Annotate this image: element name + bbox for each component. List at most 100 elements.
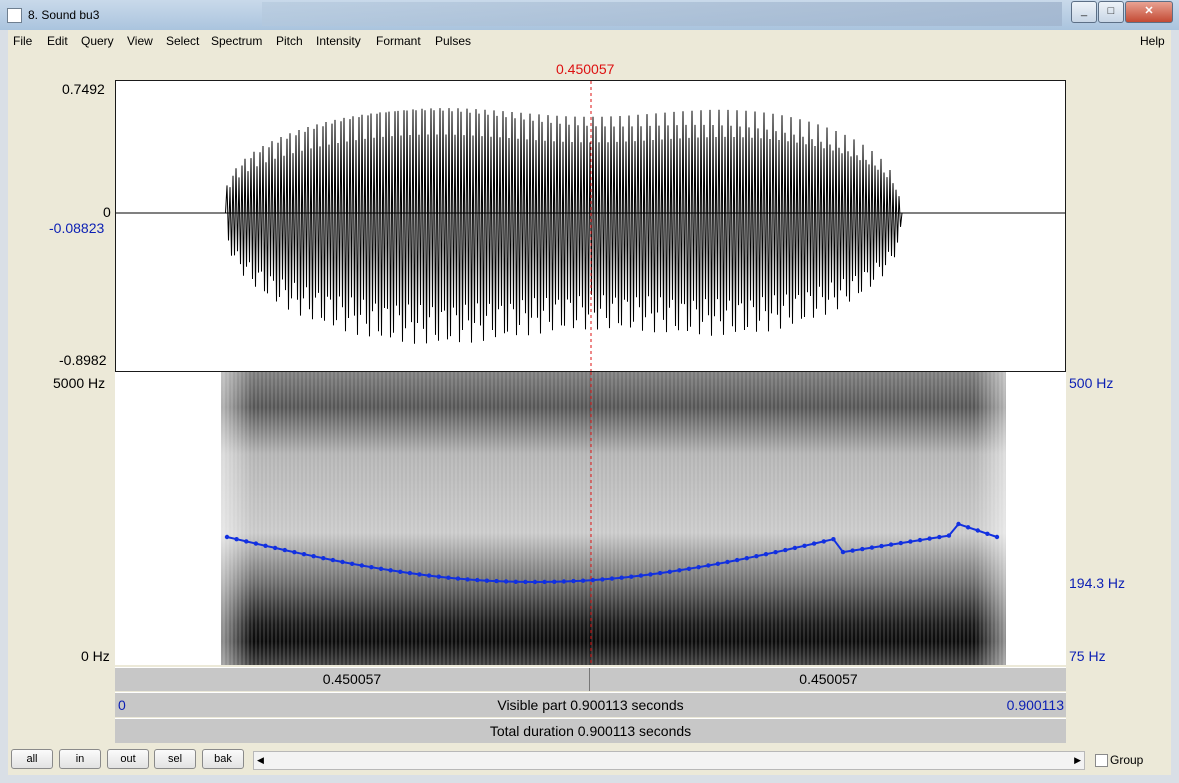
pitch-point bbox=[657, 570, 663, 576]
pitch-point bbox=[888, 542, 894, 547]
menu-query[interactable]: Query bbox=[81, 34, 114, 48]
menu-help[interactable]: Help bbox=[1140, 34, 1165, 48]
pitch-point bbox=[561, 579, 567, 584]
visible-start-label: 0 bbox=[118, 697, 126, 713]
zoom-to-selection-button[interactable]: sel bbox=[154, 749, 196, 769]
pitch-point bbox=[908, 539, 913, 544]
app-icon bbox=[7, 8, 22, 23]
pitch-point bbox=[407, 570, 413, 576]
waveform-cursor-value-label: -0.08823 bbox=[49, 220, 105, 236]
group-checkbox[interactable] bbox=[1095, 754, 1108, 767]
zoom-in-button[interactable]: in bbox=[59, 749, 101, 769]
pitch-point bbox=[340, 559, 345, 565]
pitch-point bbox=[831, 537, 836, 542]
menu-edit[interactable]: Edit bbox=[47, 34, 68, 48]
total-duration-label: Total duration 0.900113 seconds bbox=[489, 723, 692, 739]
pitch-point bbox=[436, 574, 441, 579]
pitch-point bbox=[860, 546, 865, 552]
menu-pulses[interactable]: Pulses bbox=[435, 34, 471, 48]
visible-end-label: 0.900113 bbox=[1006, 697, 1064, 713]
pitch-point bbox=[484, 578, 490, 583]
spectrogram-panel[interactable] bbox=[115, 372, 1066, 665]
pitch-point bbox=[455, 576, 461, 581]
pitch-top-label: 500 Hz bbox=[1069, 375, 1114, 391]
pitch-point bbox=[359, 563, 364, 568]
pitch-point bbox=[937, 534, 942, 540]
pitch-point bbox=[600, 577, 605, 582]
pitch-point bbox=[272, 545, 278, 551]
pitch-point bbox=[648, 572, 653, 577]
time-segment-right[interactable]: 0.450057 bbox=[591, 668, 1066, 691]
pitch-point bbox=[629, 574, 634, 579]
pitch-point bbox=[292, 550, 297, 555]
pitch-point bbox=[532, 579, 538, 585]
pitch-point bbox=[465, 577, 470, 582]
visible-part-label: Visible part 0.900113 seconds bbox=[497, 697, 684, 713]
pitch-point bbox=[677, 568, 682, 573]
menu-file[interactable]: File bbox=[13, 34, 32, 48]
waveform-max-label: 0.7492 bbox=[62, 81, 105, 97]
pitch-point bbox=[349, 561, 355, 566]
menu-spectrum[interactable]: Spectrum bbox=[211, 34, 262, 48]
pitch-point bbox=[811, 541, 817, 546]
pitch-point bbox=[398, 569, 403, 574]
menu-select[interactable]: Select bbox=[166, 34, 199, 48]
pitch-bottom-label: 75 Hz bbox=[1069, 648, 1106, 664]
pitch-point bbox=[494, 578, 499, 584]
pitch-point bbox=[965, 525, 971, 530]
pitch-point bbox=[330, 557, 336, 563]
zoom-back-button[interactable]: bak bbox=[202, 749, 244, 769]
time-segment-left[interactable]: 0.450057 bbox=[115, 668, 590, 691]
menu-pitch[interactable]: Pitch bbox=[276, 34, 303, 48]
pitch-point bbox=[763, 552, 769, 557]
pitch-point bbox=[773, 550, 778, 555]
pitch-point bbox=[619, 575, 624, 580]
pitch-point bbox=[725, 559, 730, 565]
pitch-point bbox=[927, 536, 932, 541]
pitch-point bbox=[686, 566, 692, 571]
total-duration-bar[interactable]: Total duration 0.900113 seconds bbox=[115, 718, 1066, 743]
pitch-point bbox=[917, 537, 923, 543]
waveform-plot bbox=[116, 81, 1065, 371]
minimize-button[interactable]: _ bbox=[1071, 1, 1097, 23]
pitch-point bbox=[638, 573, 644, 578]
pitch-point bbox=[224, 534, 230, 540]
pitch-point bbox=[475, 577, 480, 583]
background-window-strip bbox=[262, 2, 1062, 26]
waveform-min-label: -0.8982 bbox=[59, 352, 107, 368]
zoom-out-button[interactable]: out bbox=[107, 749, 149, 769]
time-segment-right-label: 0.450057 bbox=[799, 671, 858, 687]
waveform-panel[interactable] bbox=[115, 80, 1066, 372]
pitch-point bbox=[571, 578, 576, 584]
spectrogram-top-label: 5000 Hz bbox=[53, 375, 106, 391]
close-button[interactable]: ✕ bbox=[1125, 1, 1173, 23]
cursor-time-label: 0.450057 bbox=[556, 61, 615, 77]
menu-intensity[interactable]: Intensity bbox=[316, 34, 361, 48]
pitch-point bbox=[503, 579, 509, 584]
pitch-point bbox=[898, 540, 903, 546]
pitch-point bbox=[244, 539, 249, 544]
pitch-point bbox=[821, 539, 826, 544]
pitch-point bbox=[542, 579, 547, 585]
all-button[interactable]: all bbox=[11, 749, 53, 769]
menu-view[interactable]: View bbox=[127, 34, 153, 48]
scroll-left-icon[interactable]: ◀ bbox=[257, 755, 264, 766]
pitch-point bbox=[301, 552, 307, 557]
visible-part-bar[interactable]: 0 Visible part 0.900113 seconds 0.900113 bbox=[115, 692, 1066, 717]
spectrogram-edge-fade bbox=[221, 372, 1006, 665]
scroll-right-icon[interactable]: ▶ bbox=[1074, 755, 1081, 766]
pitch-point bbox=[253, 541, 259, 546]
menu-bar: File Edit Query View Select Spectrum Pit… bbox=[8, 30, 1171, 52]
pitch-point bbox=[850, 548, 855, 553]
sound-editor-area: 0.450057 0.7492 0 -0.08823 -0.8982 5000 … bbox=[8, 52, 1171, 745]
menu-formant[interactable]: Formant bbox=[376, 34, 421, 48]
pitch-point bbox=[985, 531, 990, 536]
time-scrollbar[interactable]: ◀ ▶ bbox=[253, 751, 1085, 770]
spectrogram-plot bbox=[221, 372, 1006, 665]
pitch-point bbox=[994, 534, 1000, 540]
pitch-point bbox=[879, 543, 884, 549]
pitch-point bbox=[552, 579, 557, 584]
pitch-point bbox=[263, 543, 268, 548]
maximize-button[interactable]: □ bbox=[1098, 1, 1124, 23]
window-title: 8. Sound bu3 bbox=[28, 8, 100, 22]
